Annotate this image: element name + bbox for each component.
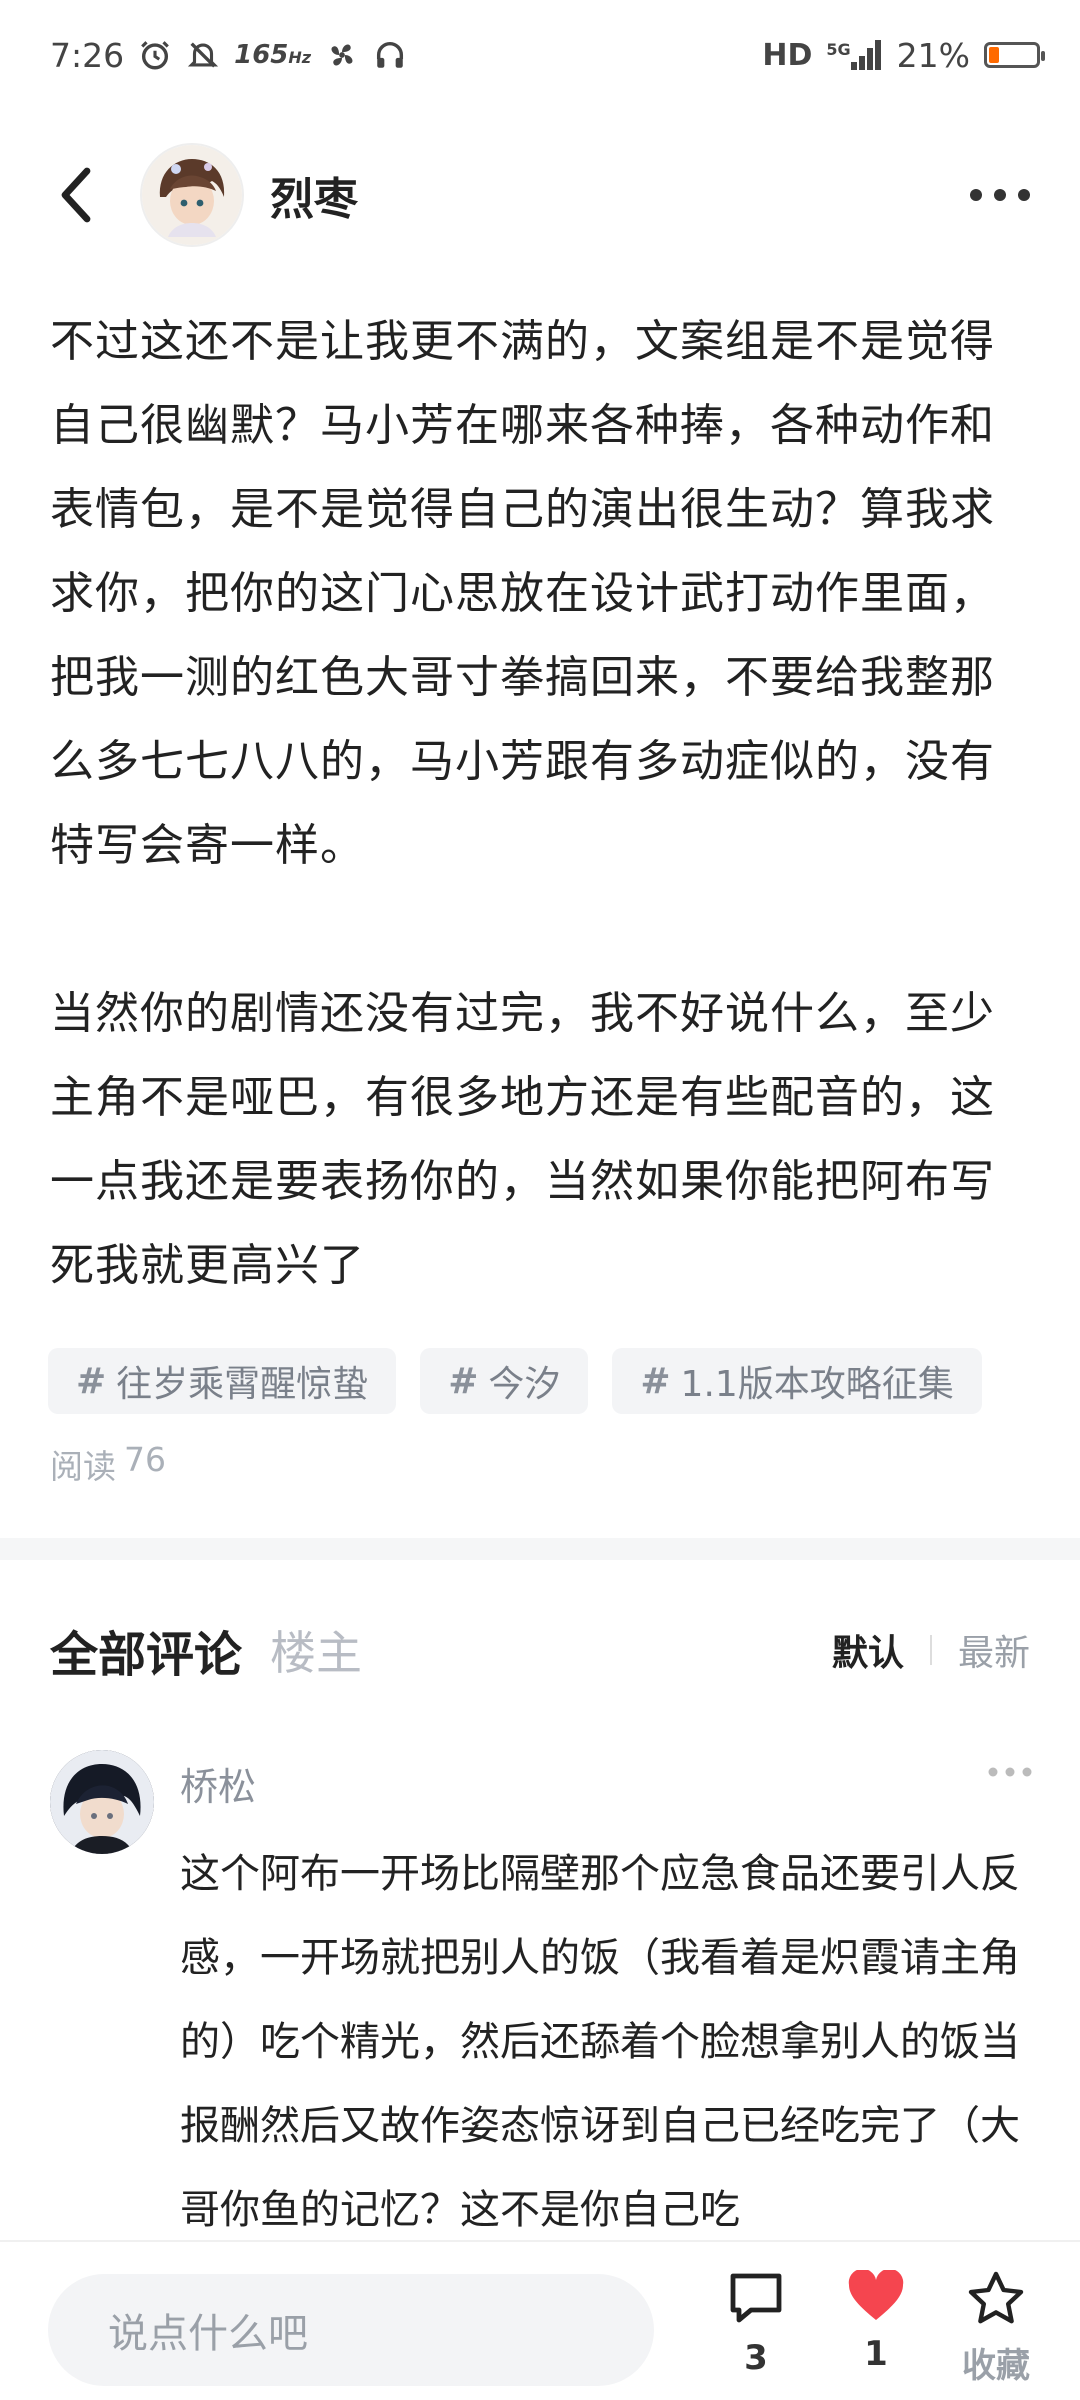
- sort-divider: [929, 1635, 932, 1665]
- post-paragraph: 不过这还不是让我更不满的，文案组是不是觉得自己很幽默？马小芳在哪来各种捧，各种动…: [50, 316, 995, 871]
- comment-text: 这个阿布一开场比隔壁那个应急食品还要引人反感，一开场就把别人的饭（我看着是炽霞请…: [180, 1851, 1020, 2233]
- status-time: 7:26: [50, 35, 125, 75]
- heart-icon: [848, 2270, 904, 2320]
- read-count-value: 76: [124, 1440, 166, 1479]
- sort-newest-button[interactable]: 最新: [958, 1624, 1030, 1676]
- all-comments-tab[interactable]: 全部评论: [50, 1615, 242, 1685]
- commenter-avatar[interactable]: [50, 1750, 154, 1854]
- refresh-rate: 165Hz: [234, 40, 312, 70]
- comment-sort: 默认 最新: [832, 1624, 1030, 1676]
- topic-tag-label: 往岁乘霄醒惊蛰: [116, 1364, 369, 1405]
- comment-more-button[interactable]: [980, 1752, 1040, 1792]
- star-icon: [968, 2271, 1024, 2324]
- topic-tag[interactable]: # 1.1版本攻略征集: [612, 1348, 982, 1414]
- op-only-tab[interactable]: 楼主: [270, 1617, 362, 1683]
- bell-off-icon: [186, 38, 220, 72]
- sort-default-button[interactable]: 默认: [832, 1624, 904, 1676]
- back-button[interactable]: [40, 155, 110, 235]
- comment-button[interactable]: 3: [706, 2270, 806, 2378]
- topic-tag[interactable]: # 往岁乘霄醒惊蛰: [48, 1348, 397, 1414]
- post-tags: # 往岁乘霄醒惊蛰 # 今汐 # 1.1版本攻略征集: [48, 1348, 982, 1414]
- read-count: 阅读 76: [50, 1440, 166, 1488]
- author-name[interactable]: 烈枣: [270, 163, 358, 227]
- fan-icon: [325, 38, 359, 72]
- post-content: 不过这还不是让我更不满的，文案组是不是觉得自己很幽默？马小芳在哪来各种捧，各种动…: [50, 300, 1030, 1308]
- topic-tag[interactable]: # 今汐: [420, 1348, 589, 1414]
- hd-indicator: HD: [762, 37, 813, 73]
- favorite-button[interactable]: 收藏: [946, 2270, 1046, 2387]
- more-icon: [970, 189, 1030, 201]
- hashtag-icon: #: [76, 1360, 107, 1402]
- bottom-action-bar: 说点什么吧 3 1 收藏: [0, 2240, 1080, 2400]
- battery-percent: 21%: [896, 35, 970, 75]
- signal-icon: 5G: [826, 40, 882, 70]
- section-divider: [0, 1538, 1080, 1560]
- status-left: 7:26 165Hz: [50, 36, 407, 75]
- comment-bubble-icon: [730, 2273, 782, 2323]
- comment-count: 3: [744, 2338, 768, 2378]
- commenter-name[interactable]: 桥松: [180, 1756, 256, 1811]
- battery-icon: [984, 42, 1045, 68]
- status-bar: 7:26 165Hz HD 5G 21%: [0, 0, 1080, 110]
- read-count-label: 阅读: [50, 1447, 116, 1486]
- status-right: HD 5G 21%: [762, 35, 1045, 75]
- more-icon: [988, 1767, 1032, 1777]
- comments-header: 全部评论 楼主 默认 最新: [0, 1600, 1080, 1700]
- alarm-icon: [138, 38, 172, 72]
- chevron-left-icon: [61, 167, 91, 223]
- topic-tag-label: 1.1版本攻略征集: [680, 1364, 954, 1405]
- hashtag-icon: #: [448, 1360, 479, 1402]
- post-header: 烈枣: [0, 140, 1080, 250]
- hashtag-icon: #: [640, 1360, 671, 1402]
- headphones-icon: [373, 38, 407, 72]
- author-avatar[interactable]: [140, 143, 244, 247]
- topic-tag-label: 今汐: [488, 1364, 561, 1405]
- post-paragraph: 当然你的剧情还没有过完，我不好说什么，至少主角不是哑巴，有很多地方还是有些配音的…: [50, 988, 995, 1291]
- comment-input[interactable]: 说点什么吧: [48, 2274, 654, 2386]
- like-count: 1: [864, 2334, 888, 2374]
- like-button[interactable]: 1: [826, 2270, 926, 2374]
- more-options-button[interactable]: [960, 155, 1040, 235]
- favorite-label: 收藏: [962, 2346, 1030, 2386]
